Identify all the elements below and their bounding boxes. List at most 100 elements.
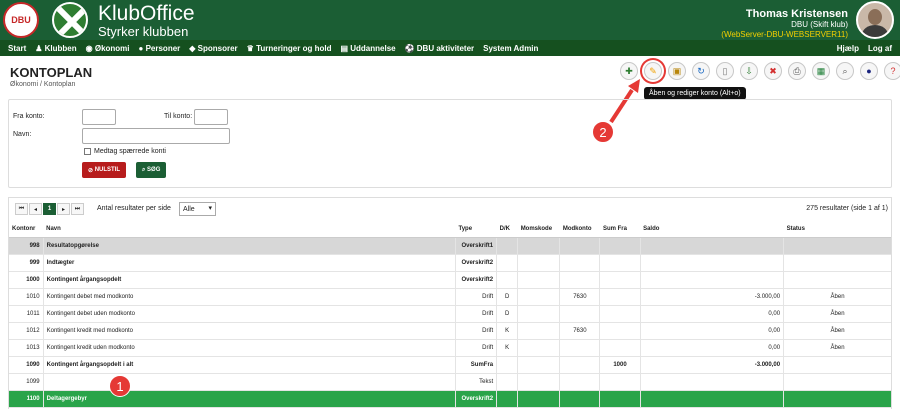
table-cell xyxy=(559,305,600,323)
column-header[interactable]: Sum Fra xyxy=(599,221,641,238)
fra-konto-label: Fra konto: xyxy=(13,113,45,120)
table-cell xyxy=(639,373,784,391)
table-cell xyxy=(517,288,560,306)
table-row[interactable]: 998 Resultatopgørelse Overskrift1 xyxy=(9,237,891,255)
include-locked-checkbox[interactable] xyxy=(84,148,91,155)
table-cell xyxy=(639,390,784,408)
til-konto-input[interactable] xyxy=(194,109,228,125)
table-cell: D xyxy=(496,305,518,323)
table-cell: 998 xyxy=(9,237,44,255)
table-cell xyxy=(559,356,600,374)
include-locked-label: Medtag spærrede konti xyxy=(94,148,166,155)
table-cell: 0,00 xyxy=(639,339,784,357)
table-cell xyxy=(517,390,560,408)
result-count: 275 resultater (side 1 af 1) xyxy=(806,205,888,212)
per-page-select[interactable]: Alle xyxy=(179,202,216,216)
table-cell: Overskrift2 xyxy=(454,254,497,272)
table-cell: D xyxy=(496,288,518,306)
next-page-button[interactable]: ▸ xyxy=(57,203,70,215)
table-cell xyxy=(496,254,518,272)
table-cell xyxy=(599,390,641,408)
table-cell: Kontingent kredit uden modkonto xyxy=(42,339,456,357)
table-cell xyxy=(559,339,600,357)
table-cell xyxy=(783,390,891,408)
table-row[interactable]: 1090 Kontingent årgangsopdelt i alt SumFra… xyxy=(9,356,891,374)
table-row[interactable]: 1100 Deltagergebyr Overskrift2 xyxy=(9,390,891,408)
navn-input[interactable] xyxy=(82,128,230,144)
table-cell: Overskrift2 xyxy=(454,390,497,408)
table-cell: K xyxy=(496,322,518,340)
table-body: 998 Resultatopgørelse Overskrift1 999 Indtæg… xyxy=(9,237,891,408)
table-cell: -3.000,00 xyxy=(639,356,784,374)
table-cell xyxy=(42,373,456,391)
table-cell: 1000 xyxy=(599,356,641,374)
annotation-badge-1: 1 xyxy=(109,375,131,397)
table-row[interactable]: 1099 Tekst xyxy=(9,373,891,391)
table-cell: K xyxy=(496,339,518,357)
table-cell: Drift xyxy=(454,305,497,323)
column-header[interactable]: D/K xyxy=(496,221,518,238)
table-row[interactable]: 999 Indtægter Overskrift2 xyxy=(9,254,891,272)
column-header[interactable]: Navn xyxy=(43,221,456,238)
pager: ⏮ ◂ 1 ▸ ⏭ xyxy=(15,203,85,215)
prev-page-button[interactable]: ◂ xyxy=(29,203,42,215)
table-cell: 1013 xyxy=(9,339,44,357)
table-cell: Drift xyxy=(454,322,497,340)
table-cell: 1099 xyxy=(9,373,44,391)
table-cell: 0,00 xyxy=(639,305,784,323)
fra-konto-input[interactable] xyxy=(82,109,116,125)
table-row[interactable]: 1012 Kontingent kredit med modkonto Drift K… xyxy=(9,322,891,340)
table-cell xyxy=(639,237,784,255)
til-konto-label: Til konto: xyxy=(164,113,193,120)
table-cell: Resultatopgørelse xyxy=(42,237,456,255)
table-cell: Åben xyxy=(783,322,891,340)
table-cell xyxy=(496,356,518,374)
table-cell: 7630 xyxy=(559,322,600,340)
table-cell: Indtægter xyxy=(42,254,456,272)
table-cell xyxy=(517,339,560,357)
table-cell xyxy=(783,373,891,391)
table-cell xyxy=(517,373,560,391)
table-cell: 7630 xyxy=(559,288,600,306)
column-header[interactable]: Saldo xyxy=(640,221,784,238)
table-cell: Tekst xyxy=(454,373,497,391)
table-row[interactable]: 1013 Kontingent kredit uden modkonto Drift… xyxy=(9,339,891,357)
table-cell: Deltagergebyr xyxy=(42,390,456,408)
table-cell xyxy=(559,237,600,255)
column-header[interactable]: Type xyxy=(455,221,497,238)
reset-button[interactable]: ⊘ NULSTIL xyxy=(82,162,127,178)
first-page-button[interactable]: ⏮ xyxy=(15,203,28,215)
table-cell: 0,00 xyxy=(639,322,784,340)
table-row[interactable]: 1010 Kontingent debet med modkonto Drift D 7… xyxy=(9,288,891,306)
ban-icon: ⊘ xyxy=(88,167,95,174)
column-header[interactable]: Kontonr xyxy=(9,221,44,238)
table-cell xyxy=(496,390,518,408)
table-cell xyxy=(559,254,600,272)
table-cell: 1090 xyxy=(9,356,44,374)
table-cell xyxy=(599,373,641,391)
table-cell xyxy=(599,254,641,272)
table-cell xyxy=(639,254,784,272)
last-page-button[interactable]: ⏭ xyxy=(71,203,84,215)
table-row[interactable]: 1000 Kontingent årgangsopdelt Overskrift2 xyxy=(9,271,891,289)
table-cell: Kontingent kredit med modkonto xyxy=(42,322,456,340)
table-cell xyxy=(517,322,560,340)
table-cell: Kontingent debet uden modkonto xyxy=(42,305,456,323)
table-cell xyxy=(783,237,891,255)
table-cell xyxy=(599,237,641,255)
column-header[interactable]: Status xyxy=(783,221,891,238)
table-cell xyxy=(496,237,518,255)
per-page-label: Antal resultater per side xyxy=(97,205,171,212)
table-cell xyxy=(496,373,518,391)
table-cell xyxy=(559,373,600,391)
search-submit-button[interactable]: ⌕ SØG xyxy=(136,162,167,178)
table-row[interactable]: 1011 Kontingent debet uden modkonto Drift D… xyxy=(9,305,891,323)
page-1-button[interactable]: 1 xyxy=(43,203,56,215)
table-cell xyxy=(599,305,641,323)
column-header[interactable]: Momskode xyxy=(517,221,560,238)
table-cell: Overskrift2 xyxy=(454,271,497,289)
table-cell: Åben xyxy=(783,288,891,306)
table-cell xyxy=(517,237,560,255)
column-header[interactable]: Modkonto xyxy=(559,221,600,238)
table-cell: 999 xyxy=(9,254,44,272)
